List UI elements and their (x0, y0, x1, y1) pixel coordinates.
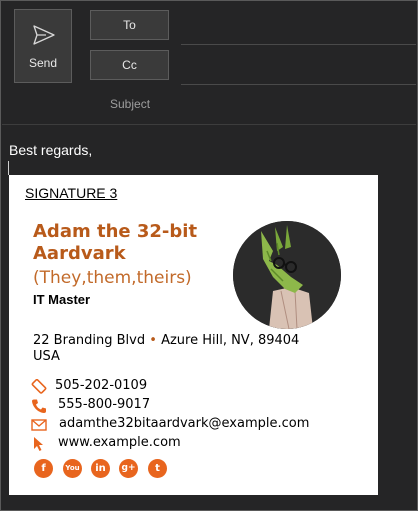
address-street: 22 Branding Blvd (33, 333, 146, 348)
subject-input[interactable] (181, 89, 416, 123)
cc-field[interactable] (181, 84, 416, 85)
subject-label: Subject (110, 97, 151, 111)
youtube-icon[interactable]: You (63, 459, 82, 478)
address-separator: • (149, 333, 157, 348)
signature-pronouns: (They,them,theirs) (33, 268, 192, 288)
email-address[interactable]: adamthe32bitaardvark@example.com (59, 416, 309, 431)
phone-icon (32, 399, 46, 413)
send-label: Send (28, 56, 58, 70)
message-greeting: Best regards, (9, 142, 93, 158)
text-caret (8, 161, 9, 175)
mobile-number[interactable]: 505-202-0109 (55, 378, 147, 393)
signature-address: 22 Branding Blvd • Azure Hill, NV, 89404… (33, 333, 323, 365)
send-button[interactable]: Send (14, 9, 72, 83)
subject-divider (2, 124, 416, 125)
phone-number[interactable]: 555-800-9017 (58, 397, 150, 412)
compose-window: Send To Cc Subject Best regards, SIGNATU… (0, 0, 418, 511)
signature-name: Adam the 32-bit Aardvark (33, 221, 198, 264)
to-field[interactable] (181, 44, 416, 45)
signature-heading: SIGNATURE 3 (25, 185, 118, 201)
cc-button[interactable]: Cc (90, 50, 169, 80)
facebook-icon[interactable]: f (34, 459, 53, 478)
website-link[interactable]: www.example.com (58, 435, 181, 450)
twitter-icon[interactable]: t (148, 459, 167, 478)
address-country: USA (33, 349, 60, 364)
avatar (233, 221, 341, 329)
linkedin-icon[interactable]: in (91, 459, 110, 478)
mobile-icon (31, 379, 47, 394)
email-signature: SIGNATURE 3 Adam the 32-bit Aardvark (Th… (9, 175, 378, 495)
signature-role: IT Master (33, 292, 91, 307)
address-city: Azure Hill, NV, 89404 (161, 333, 300, 348)
send-icon (33, 25, 55, 45)
mail-icon (31, 419, 47, 431)
to-button[interactable]: To (90, 10, 169, 40)
google-plus-icon[interactable]: g+ (119, 459, 138, 478)
cursor-icon (34, 437, 43, 451)
